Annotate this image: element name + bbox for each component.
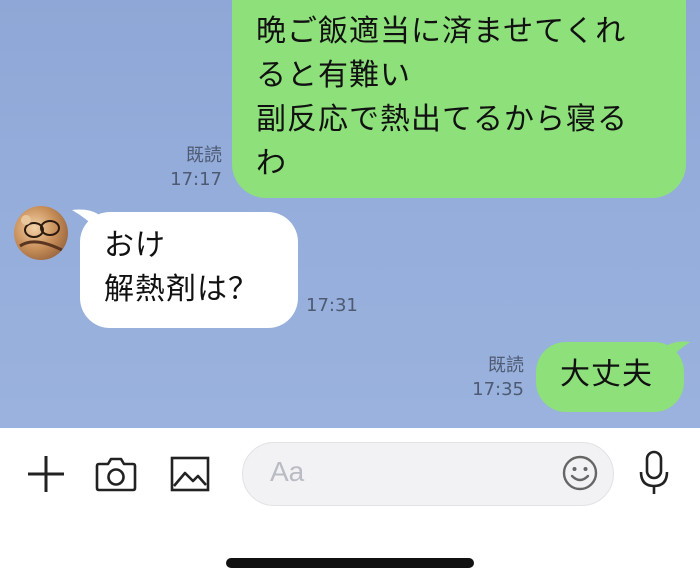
message-time: 17:31 [306,295,358,316]
message-meta: 既読 17:17 [150,144,222,192]
message-line: 晩ご飯適当に済ませてくれ [256,14,627,49]
outgoing-message-bubble[interactable]: 大丈夫 [536,342,684,412]
camera-icon[interactable] [94,452,138,496]
plus-icon[interactable] [24,452,68,496]
microphone-icon[interactable] [636,450,672,498]
message-meta: 既読 17:35 [452,354,524,402]
message-meta: 17:31 [306,294,366,318]
contact-avatar[interactable] [14,206,68,260]
message-time: 17:35 [472,379,524,400]
message-line: 大丈夫 [560,357,653,392]
message-time: 17:17 [170,169,222,190]
message-input-placeholder: Aa [270,456,305,487]
message-line: 解熱剤は？ [104,272,259,307]
message-line: おけ [104,228,166,263]
message-line: わ [256,146,287,181]
chat-area: 晩ご飯適当に済ませてくれ ると有難い 副反応で熱出てるから寝る わ 既読 17:… [0,0,700,428]
emoji-icon[interactable] [560,453,600,493]
home-indicator[interactable] [226,558,474,568]
avatar-image [19,215,63,252]
image-icon[interactable] [168,452,212,496]
read-status: 既読 [488,355,524,376]
incoming-message-bubble[interactable]: おけ 解熱剤は？ [80,212,298,328]
read-status: 既読 [186,145,222,166]
message-line: ると有難い [256,58,411,93]
message-line: 副反応で熱出てるから寝る [256,102,628,137]
outgoing-message-bubble[interactable]: 晩ご飯適当に済ませてくれ ると有難い 副反応で熱出てるから寝る わ [232,0,686,198]
